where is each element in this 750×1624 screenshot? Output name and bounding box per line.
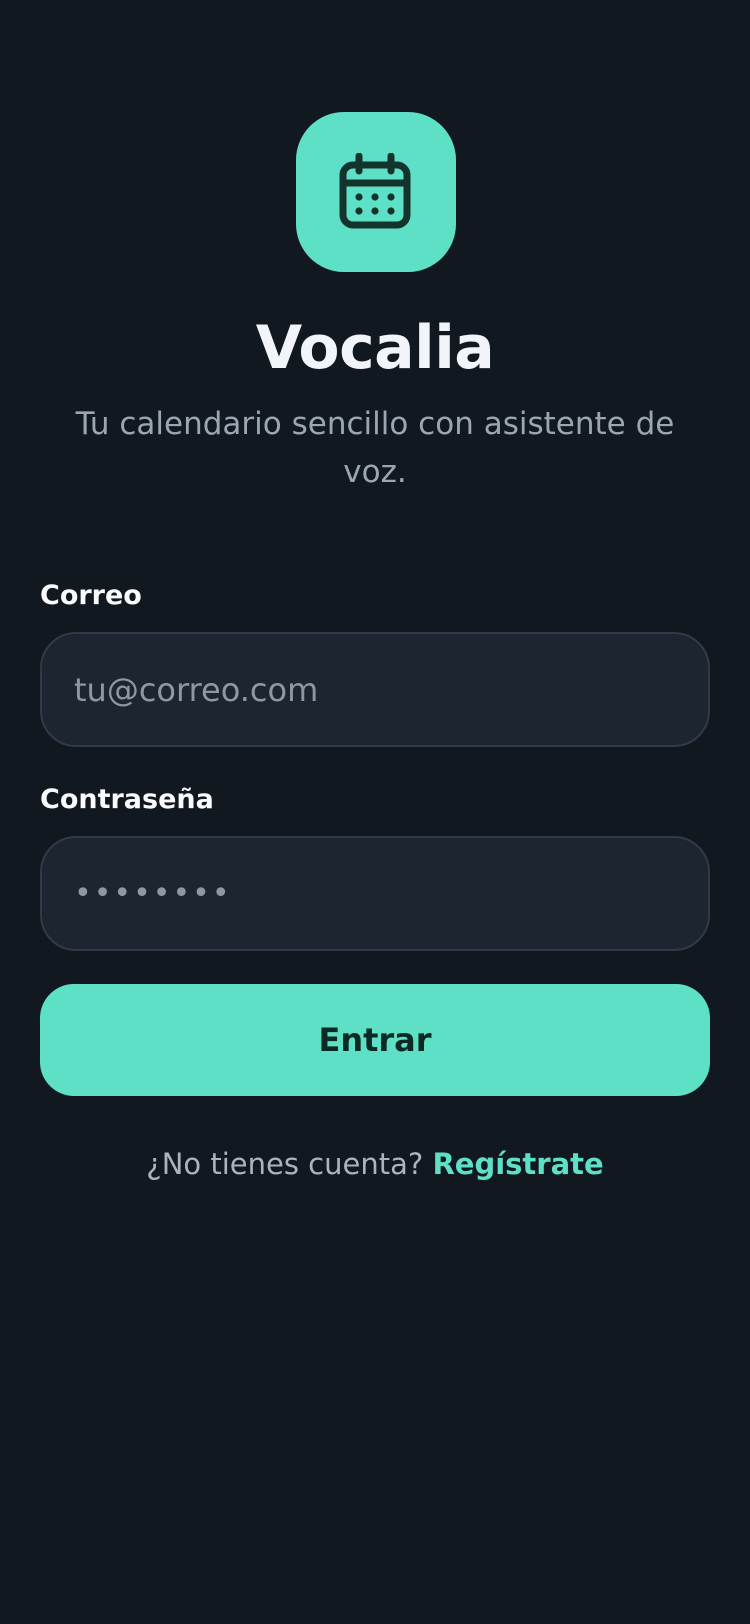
email-label: Correo — [40, 580, 142, 611]
app-logo — [296, 112, 456, 272]
app-title: Vocalia — [255, 313, 495, 383]
email-input[interactable] — [40, 632, 710, 747]
password-label: Contraseña — [40, 784, 214, 815]
password-masked-value: •••••••• — [74, 876, 232, 911]
login-button[interactable]: Entrar — [40, 984, 710, 1096]
password-input[interactable]: •••••••• — [40, 836, 710, 951]
signup-prompt: ¿No tienes cuenta? — [146, 1147, 424, 1181]
app-tagline: Tu calendario sencillo con asistente de … — [75, 406, 675, 490]
signup-row: ¿No tienes cuenta? Regístrate — [0, 1144, 750, 1184]
calendar-icon — [339, 153, 411, 229]
signup-link[interactable]: Regístrate — [432, 1147, 603, 1181]
